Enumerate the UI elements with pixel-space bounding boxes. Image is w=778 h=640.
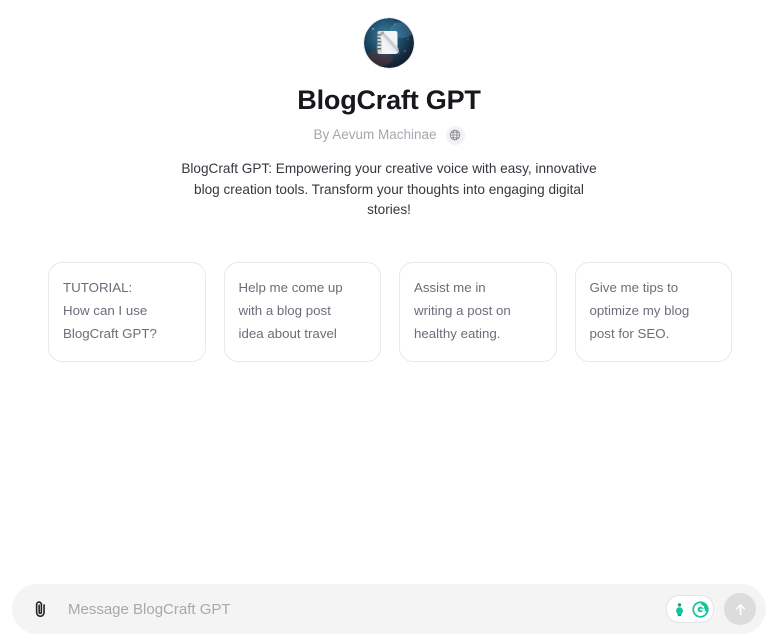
conversation-starter-4[interactable]: Give me tips to optimize my blog post fo… [574,262,732,362]
conversation-starter-3[interactable]: Assist me in writing a post on healthy e… [399,262,557,362]
attach-file-button[interactable] [26,595,54,623]
page-title: BlogCraft GPT [297,85,481,115]
message-input[interactable] [54,594,666,624]
message-composer[interactable] [12,584,766,634]
notebook-pencil-icon [364,18,414,68]
grammarly-extension-badge[interactable] [666,595,714,623]
gpt-welcome-header: BlogCraft GPT By Aevum Machinae BlogCraf… [0,0,778,221]
gpt-description: BlogCraft GPT: Empowering your creative … [181,161,597,217]
composer-region [0,578,778,640]
grammarly-g-icon [692,600,709,618]
globe-glyph [449,129,461,141]
conversation-starter-1[interactable]: TUTORIAL: How can I use BlogCraft GPT? [48,262,206,362]
gpt-author: By Aevum Machinae [313,127,437,142]
paperclip-icon [35,600,45,617]
conversation-starter-2[interactable]: Help me come up with a blog post idea ab… [223,262,381,362]
conversation-starters: TUTORIAL: How can I use BlogCraft GPT? H… [48,262,732,362]
gpt-avatar [364,18,414,68]
lightbulb-icon [670,600,689,618]
arrow-up-icon [735,603,745,615]
globe-icon[interactable] [445,125,465,145]
gpt-byline: By Aevum Machinae [313,125,465,145]
send-message-button[interactable] [724,593,756,625]
